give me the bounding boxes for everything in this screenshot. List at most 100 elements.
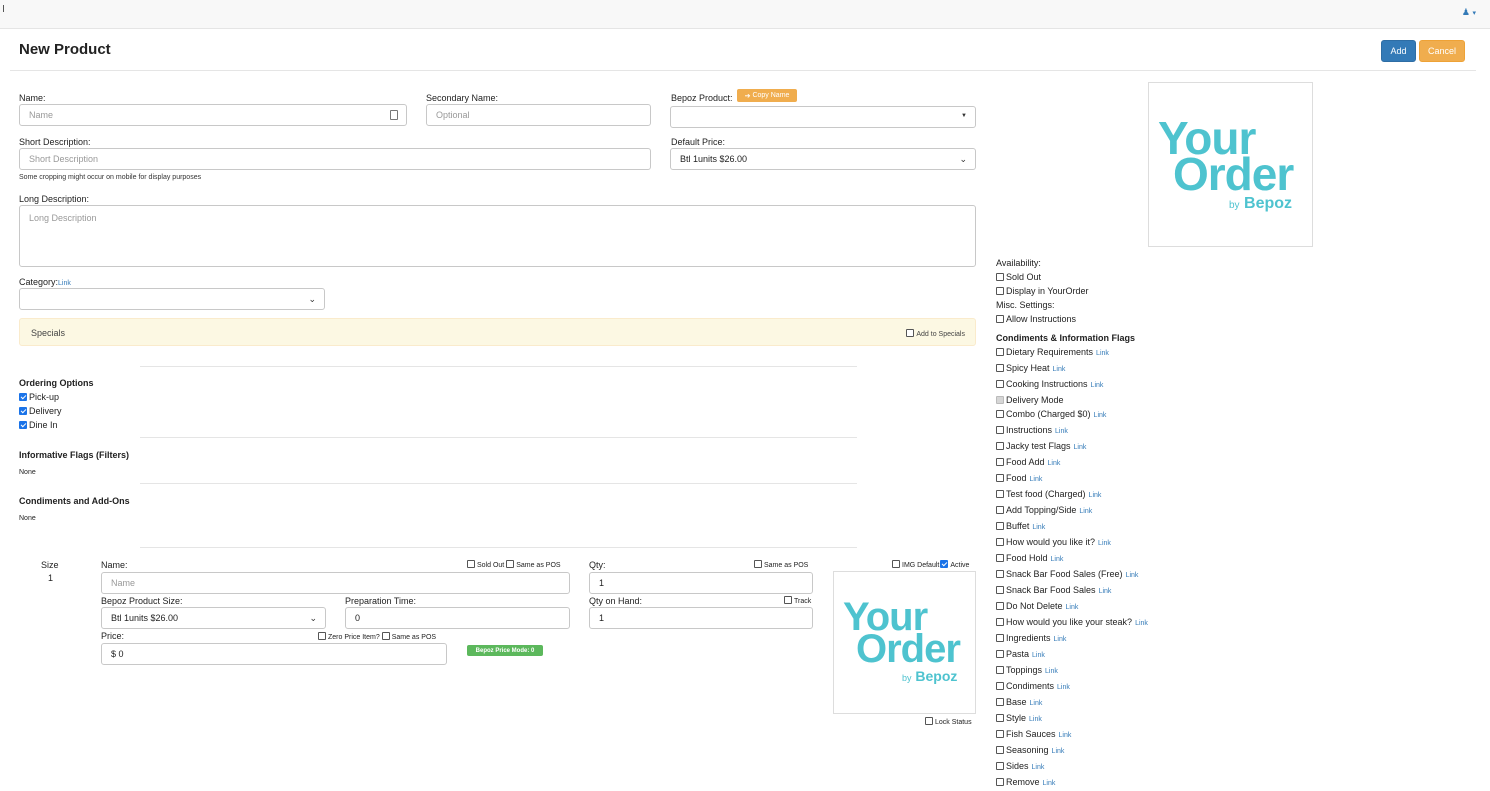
flag-item[interactable]: Combo (Charged $0) Link: [996, 407, 1148, 423]
flag-item[interactable]: Spicy Heat Link: [996, 361, 1148, 377]
flag-checkbox[interactable]: [996, 714, 1004, 722]
flag-checkbox[interactable]: [996, 666, 1004, 674]
flag-checkbox[interactable]: [996, 762, 1004, 770]
flag-checkbox[interactable]: [996, 442, 1004, 450]
size-name-input[interactable]: Name: [101, 572, 570, 594]
category-link[interactable]: Link: [58, 280, 71, 287]
short-description-input[interactable]: Short Description: [19, 148, 651, 170]
qty-input[interactable]: 1: [589, 572, 813, 594]
flag-item[interactable]: Food Hold Link: [996, 551, 1148, 567]
flag-link[interactable]: Link: [1045, 668, 1058, 675]
flag-link[interactable]: Link: [1098, 540, 1111, 547]
flag-item[interactable]: Instructions Link: [996, 423, 1148, 439]
ordering-option-pickup[interactable]: Pick-up: [19, 390, 62, 404]
name-input[interactable]: Name: [19, 104, 407, 126]
flag-item[interactable]: Base Link: [996, 695, 1148, 711]
flag-checkbox[interactable]: [996, 778, 1004, 786]
flag-checkbox[interactable]: [996, 348, 1004, 356]
flag-item[interactable]: Cooking Instructions Link: [996, 377, 1148, 393]
flag-item[interactable]: How would you like it? Link: [996, 535, 1148, 551]
name-same-as-pos-checkbox[interactable]: [506, 560, 515, 568]
availability-display-in-yourorder[interactable]: Display in YourOrder: [996, 284, 1089, 298]
add-button[interactable]: Add: [1381, 40, 1416, 62]
flag-item[interactable]: Do Not Delete Link: [996, 599, 1148, 615]
dine-in-checkbox[interactable]: [19, 421, 27, 429]
flag-checkbox[interactable]: [996, 682, 1004, 690]
flag-item[interactable]: Test food (Charged) Link: [996, 487, 1148, 503]
flag-link[interactable]: Link: [1079, 508, 1092, 515]
default-price-select[interactable]: Btl 1units $26.00 ⌄: [670, 148, 976, 170]
price-same-as-pos-checkbox[interactable]: [381, 632, 390, 640]
qty-on-hand-input[interactable]: 1: [589, 607, 813, 629]
flag-checkbox[interactable]: [996, 410, 1004, 418]
flag-link[interactable]: Link: [1032, 652, 1045, 659]
flag-link[interactable]: Link: [1091, 382, 1104, 389]
flag-link[interactable]: Link: [1094, 412, 1107, 419]
bepoz-size-select[interactable]: Btl 1units $26.00 ⌄: [101, 607, 326, 629]
flag-link[interactable]: Link: [1066, 604, 1079, 611]
user-menu[interactable]: ♟ ▾: [1462, 7, 1476, 18]
flag-link[interactable]: Link: [1043, 780, 1056, 787]
flag-item[interactable]: Style Link: [996, 711, 1148, 727]
flag-checkbox[interactable]: [996, 602, 1004, 610]
flag-link[interactable]: Link: [1126, 572, 1139, 579]
flag-link[interactable]: Link: [1054, 636, 1067, 643]
flag-checkbox[interactable]: [996, 426, 1004, 434]
flag-item[interactable]: Snack Bar Food Sales (Free) Link: [996, 567, 1148, 583]
cancel-button[interactable]: Cancel: [1419, 40, 1465, 62]
zero-price-checkbox[interactable]: [318, 632, 326, 640]
flag-item[interactable]: Ingredients Link: [996, 631, 1148, 647]
flag-link[interactable]: Link: [1057, 684, 1070, 691]
flag-link[interactable]: Link: [1048, 460, 1061, 467]
flag-item[interactable]: Toppings Link: [996, 663, 1148, 679]
img-default-checkbox[interactable]: [892, 560, 900, 568]
availability-sold-out[interactable]: Sold Out: [996, 270, 1089, 284]
flag-link[interactable]: Link: [1029, 716, 1042, 723]
flag-checkbox[interactable]: [996, 506, 1004, 514]
ordering-option-delivery[interactable]: Delivery: [19, 404, 62, 418]
flag-checkbox[interactable]: [996, 730, 1004, 738]
flag-link[interactable]: Link: [1030, 476, 1043, 483]
flag-item[interactable]: Pasta Link: [996, 647, 1148, 663]
flag-checkbox[interactable]: [996, 490, 1004, 498]
flag-item[interactable]: Condiments Link: [996, 679, 1148, 695]
ordering-option-dine-in[interactable]: Dine In: [19, 418, 62, 432]
flag-item[interactable]: Food Link: [996, 471, 1148, 487]
flag-item[interactable]: Dietary Requirements Link: [996, 345, 1148, 361]
add-to-specials[interactable]: Add to Specials: [906, 329, 965, 338]
flag-item[interactable]: Fish Sauces Link: [996, 727, 1148, 743]
flag-item[interactable]: Seasoning Link: [996, 743, 1148, 759]
flag-checkbox[interactable]: [996, 618, 1004, 626]
flag-link[interactable]: Link: [1055, 428, 1068, 435]
flag-checkbox[interactable]: [996, 538, 1004, 546]
track-option[interactable]: Track: [784, 596, 811, 605]
size-product-image[interactable]: Your Order by Bepoz: [833, 571, 976, 714]
long-description-textarea[interactable]: Long Description: [19, 205, 976, 267]
flag-item[interactable]: Delivery Mode: [996, 393, 1148, 407]
flag-link[interactable]: Link: [1089, 492, 1102, 499]
flag-checkbox[interactable]: [996, 458, 1004, 466]
bepoz-product-select[interactable]: ▼: [670, 106, 976, 128]
active-checkbox[interactable]: [940, 560, 949, 568]
lock-status-checkbox[interactable]: [925, 717, 933, 725]
flag-item[interactable]: Add Topping/Side Link: [996, 503, 1148, 519]
flag-item[interactable]: Remove Link: [996, 775, 1148, 791]
flag-link[interactable]: Link: [1032, 764, 1045, 771]
delivery-checkbox[interactable]: [19, 407, 27, 415]
secondary-name-input[interactable]: Optional: [426, 104, 651, 126]
price-input[interactable]: $ 0: [101, 643, 447, 665]
prep-time-input[interactable]: 0: [345, 607, 570, 629]
allow-instructions-checkbox[interactable]: [996, 315, 1004, 323]
display-in-yourorder-checkbox[interactable]: [996, 287, 1004, 295]
flag-item[interactable]: Sides Link: [996, 759, 1148, 775]
flag-item[interactable]: Jacky test Flags Link: [996, 439, 1148, 455]
flag-checkbox[interactable]: [996, 650, 1004, 658]
flag-link[interactable]: Link: [1053, 366, 1066, 373]
category-select[interactable]: ⌄: [19, 288, 325, 310]
flag-checkbox[interactable]: [996, 522, 1004, 530]
lock-status[interactable]: Lock Status: [925, 717, 972, 726]
copy-name-button[interactable]: ➔ Copy Name: [737, 89, 797, 102]
qty-same-as-pos-checkbox[interactable]: [754, 560, 762, 568]
flag-checkbox[interactable]: [996, 380, 1004, 388]
flag-checkbox[interactable]: [996, 586, 1004, 594]
